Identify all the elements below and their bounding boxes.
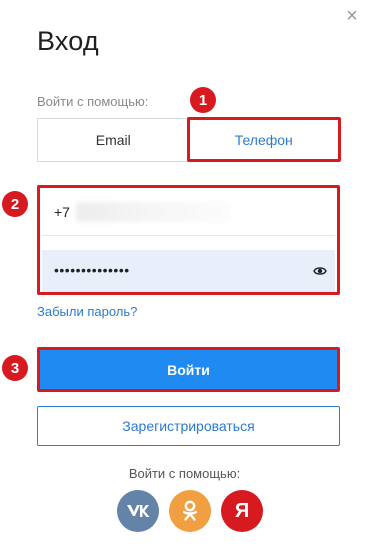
login-fields-group: +7 •••••••••••••• [37,185,340,295]
yandex-icon[interactable]: Я [221,490,263,532]
annotation-badge-3: 3 [2,355,28,381]
social-login-label: Войти с помощью: [128,466,241,481]
phone-number-blurred [76,202,231,222]
register-button[interactable]: Зарегистрироваться [37,406,340,446]
page-title: Вход [37,26,99,56]
forgot-password-link[interactable]: Забыли пароль? [37,304,137,319]
login-method-tabs: Email Телефон [37,118,340,162]
tab-phone[interactable]: Телефон [189,119,340,161]
eye-icon[interactable] [313,264,327,278]
phone-field[interactable]: +7 [42,190,335,236]
password-value: •••••••••••••• [54,262,130,278]
ok-icon[interactable] [169,490,211,532]
login-button[interactable]: Войти [40,350,337,389]
password-field[interactable]: •••••••••••••• [42,250,335,292]
social-login-buttons: Я [117,490,263,532]
vk-icon[interactable] [117,490,159,532]
annotation-badge-2: 2 [2,191,28,217]
login-with-label: Войти с помощью: [37,94,149,109]
tab-email[interactable]: Email [38,119,189,161]
annotation-badge-1: 1 [190,87,216,113]
phone-prefix: +7 [54,204,70,220]
close-icon[interactable]: × [343,6,361,26]
